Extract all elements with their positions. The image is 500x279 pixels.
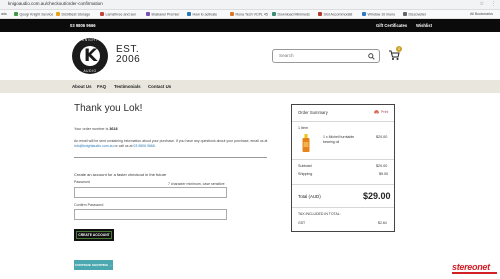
nav-contact-us[interactable]: Contact Us: [148, 84, 171, 89]
subtotal-value: $20.00: [376, 164, 388, 168]
page-title: Thank you Lok!: [74, 103, 143, 114]
bookmark-favicon-icon: [187, 11, 191, 16]
search-input[interactable]: Search: [272, 49, 380, 63]
order-number-line: Your order number is 3618: [74, 127, 118, 131]
cart-count-badge: 0: [396, 46, 402, 52]
confirm-password-field[interactable]: [74, 209, 227, 220]
email-note: An email will be sent containing informa…: [74, 139, 269, 149]
main-nav: About Us FAQ Testimonials Contact Us: [0, 80, 500, 93]
bookmark-item[interactable]: Download Minimeds: [272, 11, 310, 16]
watermark-underline: [452, 272, 497, 274]
gst-value: $2.64: [378, 221, 387, 225]
summary-divider: [292, 184, 394, 185]
nav-about-us[interactable]: About Us: [72, 84, 92, 89]
est-year: 2006: [116, 54, 141, 65]
stereonet-watermark: stereonet: [452, 262, 490, 272]
total-value: $29.00: [363, 191, 391, 201]
all-bookmarks[interactable]: All Bookmarks: [470, 12, 493, 16]
password-field[interactable]: [74, 187, 227, 198]
bookmark-item[interactable]: Discoveller: [403, 11, 426, 16]
bookmark-favicon-icon: [318, 11, 322, 16]
email-note-text: or call us at: [113, 144, 134, 149]
email-note-text: .: [154, 144, 156, 149]
items-count: 1 Item: [298, 126, 308, 130]
top-bar: 03 9806 9666 Gift Certificates Wishlist: [0, 19, 500, 32]
browser-address-bar[interactable]: knigoaudio.com.au/checkout/order-confirm…: [0, 0, 500, 10]
password-hint: 7 character minimum, case sensitive: [168, 182, 225, 186]
summary-divider: [292, 159, 394, 160]
bookmark-favicon-icon: [14, 11, 18, 16]
logo-top-text: KNIGHT: [82, 38, 98, 42]
summary-divider: [292, 121, 394, 122]
create-account-button[interactable]: CREATE ACCOUNT: [74, 229, 114, 241]
product-image[interactable]: [302, 134, 310, 152]
bookmark-star-icon[interactable]: ☆: [480, 1, 484, 7]
bookmark-item[interactable]: Brabanel Premier: [146, 11, 179, 16]
order-summary-title: Order Summary: [298, 110, 328, 115]
bookmark-item[interactable]: Qoogi Knight Service: [14, 11, 53, 16]
support-email-link[interactable]: info@knightaudio.com.au: [74, 144, 114, 148]
wishlist-link[interactable]: Wishlist: [416, 23, 432, 28]
browser-menu-icon[interactable]: ⋮: [491, 1, 496, 7]
logo-bottom-text: AUDIO: [83, 69, 97, 73]
bookmark-favicon-icon: [56, 11, 60, 16]
support-phone-link[interactable]: 03 9806 9666: [133, 144, 154, 148]
order-number-label: Your order number is: [74, 127, 110, 131]
bookmark-item[interactable]: ads: [1, 12, 7, 16]
continue-shopping-button[interactable]: CONTINUE SHOPPING →: [74, 260, 113, 270]
bookmark-favicon-icon: [100, 11, 104, 16]
create-account-heading: Create an account for a faster checkout …: [74, 172, 167, 177]
nav-testimonials[interactable]: Testimonials: [114, 84, 141, 89]
order-number: 3618: [109, 127, 118, 131]
shipping-value: $9.00: [379, 172, 389, 176]
bookmark-favicon-icon: [272, 11, 276, 16]
bookmark-favicon-icon: [230, 11, 234, 16]
total-label: Total (AUD): [298, 194, 321, 199]
product-name[interactable]: 1 x Michell turntable bearing oil: [323, 135, 363, 144]
url-text[interactable]: knigoaudio.com.au/checkout/order-confirm…: [8, 1, 103, 6]
search-icon[interactable]: [368, 52, 375, 60]
bookmarks-bar: ads Qoogi Knight Service Distribest Stor…: [0, 10, 500, 19]
subtotal-label: Subtotal: [298, 164, 312, 168]
gst-label: GST: [298, 221, 306, 225]
gift-certificates-link[interactable]: Gift Certificates: [376, 23, 407, 28]
bookmark-item[interactable]: Rona Tech VCPL 45: [230, 11, 268, 16]
printer-icon[interactable]: [374, 110, 379, 114]
email-note-text: An email will be sent containing informa…: [74, 139, 268, 143]
password-label: Password: [74, 180, 90, 184]
nav-faq[interactable]: FAQ: [97, 84, 106, 89]
bookmark-favicon-icon: [146, 11, 150, 16]
header-phone[interactable]: 03 9806 9666: [70, 23, 96, 28]
bookmark-item[interactable]: Lamsthree and sen: [100, 11, 136, 16]
confirm-password-label: Confirm Password: [74, 203, 104, 207]
bookmark-favicon-icon: [362, 11, 366, 16]
bookmark-item[interactable]: Distribest Storage: [56, 11, 90, 16]
section-divider: [74, 157, 267, 158]
bookmark-item[interactable]: Slot Accommodati: [318, 11, 352, 16]
search-placeholder: Search: [279, 53, 294, 58]
summary-divider: [292, 207, 394, 208]
bookmark-favicon-icon: [403, 11, 407, 16]
logo-letter: K: [84, 46, 98, 66]
print-link[interactable]: Print: [381, 110, 388, 114]
tax-included-label: TAX INCLUDED IN TOTAL:: [298, 212, 341, 216]
bookmark-item[interactable]: How to activate: [187, 11, 217, 16]
shipping-label: Shipping: [298, 172, 313, 176]
bookmark-item[interactable]: Window 10 menu: [362, 11, 395, 16]
product-price: $20.00: [376, 135, 388, 139]
